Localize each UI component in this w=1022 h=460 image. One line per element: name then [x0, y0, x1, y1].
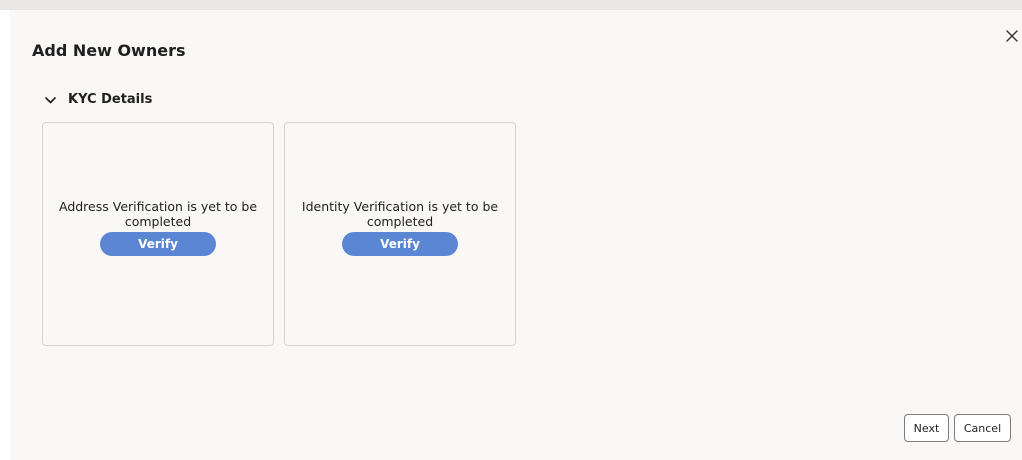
dialog-title: Add New Owners [32, 41, 186, 60]
close-button[interactable] [1002, 26, 1022, 46]
chevron-down-icon [44, 94, 56, 106]
section-title: KYC Details [68, 92, 153, 107]
verify-address-button[interactable]: Verify [100, 231, 216, 256]
identity-verification-card: Identity Verification is yet to be compl… [284, 122, 516, 346]
cancel-button[interactable]: Cancel [954, 414, 1011, 442]
next-button[interactable]: Next [904, 414, 949, 442]
close-icon [1006, 30, 1018, 42]
address-verification-card: Address Verification is yet to be comple… [42, 122, 274, 346]
address-verification-status: Address Verification is yet to be comple… [58, 198, 258, 229]
add-owners-dialog: Add New Owners KYC Details Address Verif… [10, 10, 1022, 460]
kyc-section-toggle[interactable]: KYC Details [44, 91, 152, 109]
verify-identity-button[interactable]: Verify [342, 231, 458, 256]
identity-verification-status: Identity Verification is yet to be compl… [301, 198, 499, 229]
backdrop-strip [0, 0, 1022, 10]
